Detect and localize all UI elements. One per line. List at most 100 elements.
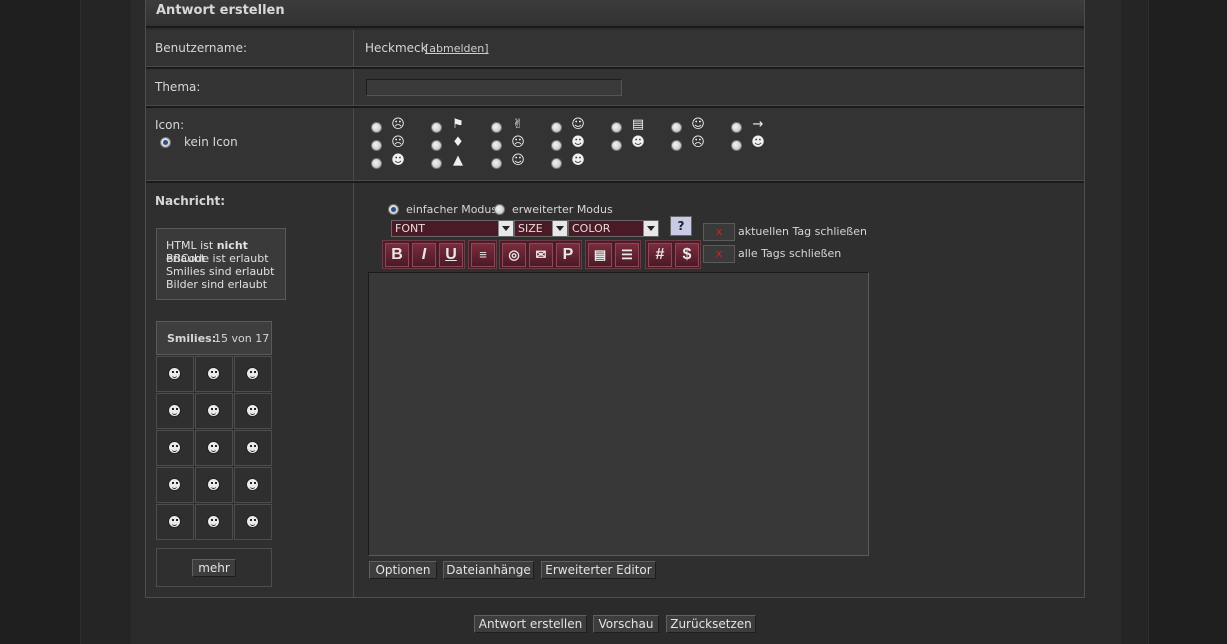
smilies-more-button[interactable]: mehr — [192, 559, 236, 577]
smiley-cell[interactable] — [234, 356, 272, 392]
shock-icon[interactable]: ☹ — [391, 118, 405, 132]
icon-option-radio[interactable] — [551, 122, 562, 133]
dollar-button[interactable]: $ — [675, 243, 699, 267]
code-button[interactable]: # — [648, 243, 672, 267]
happy-icon[interactable]: ☺ — [511, 154, 525, 168]
php-button[interactable]: P — [556, 243, 580, 267]
icon-option-radio[interactable] — [671, 122, 682, 133]
smiley-cell[interactable] — [234, 393, 272, 429]
wink-smiley-icon[interactable] — [207, 367, 220, 380]
smiley-cell[interactable] — [195, 393, 233, 429]
smiley-cell[interactable] — [195, 504, 233, 540]
angry-icon[interactable]: ☹ — [691, 136, 705, 150]
logout-link[interactable]: [abmelden] — [425, 42, 489, 55]
smiley-cell[interactable] — [156, 504, 194, 540]
color-select[interactable]: COLOR — [568, 220, 659, 237]
subject-input[interactable] — [366, 79, 622, 96]
icon-option-radio[interactable] — [371, 140, 382, 151]
size-select[interactable]: SIZE — [514, 220, 568, 237]
center-align-icon[interactable]: ≡ — [471, 243, 495, 267]
underline-button[interactable]: U — [439, 243, 463, 267]
options-button[interactable]: Optionen — [369, 561, 437, 579]
icon-option-radio[interactable] — [731, 140, 742, 151]
cool-smiley-icon[interactable] — [168, 404, 181, 417]
icon-option-radio[interactable] — [371, 122, 382, 133]
reset-button[interactable]: Zurücksetzen — [666, 615, 756, 633]
smiley-cell[interactable] — [234, 430, 272, 466]
smile-icon[interactable]: ☺ — [691, 118, 705, 132]
frown-smiley-icon[interactable] — [207, 441, 220, 454]
preview-button[interactable]: Vorschau — [593, 615, 659, 633]
smiley-cell[interactable] — [156, 393, 194, 429]
close-current-tag-button[interactable]: x — [703, 223, 735, 241]
list-icon[interactable]: ☰ — [615, 243, 639, 267]
attachments-button[interactable]: Dateianhänge — [443, 561, 534, 579]
thumbs-up-icon[interactable]: ✌ — [511, 118, 525, 132]
laugh-icon[interactable]: ☻ — [751, 136, 765, 150]
smiley-cell[interactable] — [156, 356, 194, 392]
icon-option-radio[interactable] — [671, 140, 682, 151]
subject-label-cell: Thema: — [146, 69, 354, 106]
happy-smiley-icon[interactable] — [168, 441, 181, 454]
icon-option-radio[interactable] — [491, 158, 502, 169]
smiley-cell[interactable] — [195, 467, 233, 503]
html-permission-prefix: HTML ist — [166, 239, 217, 252]
surprised-icon[interactable]: ☻ — [571, 136, 585, 150]
lightbulb-icon[interactable]: ♦ — [451, 136, 465, 150]
smiley-cell[interactable] — [234, 504, 272, 540]
help-icon[interactable]: ? — [670, 216, 692, 236]
big-grin-icon[interactable]: ☻ — [571, 154, 585, 168]
grimace-smiley-icon[interactable] — [246, 367, 259, 380]
question-icon[interactable]: ☻ — [391, 154, 405, 168]
icon-option-radio[interactable] — [731, 122, 742, 133]
advanced-mode-radio[interactable] — [494, 204, 505, 215]
smiley-cell[interactable] — [156, 430, 194, 466]
smile-smiley-icon[interactable] — [207, 404, 220, 417]
tongue-smiley-icon[interactable] — [246, 404, 259, 417]
icon-option-radio[interactable] — [431, 140, 442, 151]
sad-icon[interactable]: ☹ — [511, 136, 525, 150]
icon-option-radio[interactable] — [491, 140, 502, 151]
checkered-flag-icon[interactable]: ⚑ — [451, 118, 465, 132]
cool-icon[interactable]: ☻ — [631, 136, 645, 150]
arrow-right-icon[interactable]: → — [751, 118, 765, 132]
icon-option-radio[interactable] — [491, 122, 502, 133]
italic-button[interactable]: I — [412, 243, 436, 267]
document-icon[interactable]: ▤ — [631, 118, 645, 132]
icon-option-radio[interactable] — [371, 158, 382, 169]
font-select[interactable]: FONT — [391, 220, 514, 237]
smiley-cell[interactable] — [195, 356, 233, 392]
shocked-smiley-icon[interactable] — [246, 478, 259, 491]
close-all-tags-button[interactable]: x — [703, 245, 735, 263]
no-icon-radio[interactable] — [160, 137, 171, 148]
scream-smiley-icon[interactable] — [168, 515, 181, 528]
icon-option-radio[interactable] — [431, 158, 442, 169]
smiley-cell[interactable] — [234, 467, 272, 503]
smiley-cell[interactable] — [156, 467, 194, 503]
bold-button[interactable]: B — [385, 243, 409, 267]
warning-icon[interactable]: ▲ — [451, 154, 465, 168]
surprised-smiley-icon[interactable] — [246, 441, 259, 454]
laughing-smiley-icon[interactable] — [168, 367, 181, 380]
quote-icon[interactable]: ▤ — [588, 243, 612, 267]
simple-mode-radio[interactable] — [388, 204, 399, 215]
icon-option-radio[interactable] — [431, 122, 442, 133]
sunglasses-smiley-icon[interactable] — [207, 515, 220, 528]
link-icon[interactable]: ◎ — [502, 243, 526, 267]
confused-smiley-icon[interactable] — [246, 515, 259, 528]
form-title: Antwort erstellen — [156, 3, 285, 18]
icon-option-radio[interactable] — [551, 140, 562, 151]
insert-toolbar-group: ◎ ✉ P — [499, 240, 582, 269]
submit-reply-button[interactable]: Antwort erstellen — [474, 615, 587, 633]
smiley-cell[interactable] — [195, 430, 233, 466]
icon-option-radio[interactable] — [611, 140, 622, 151]
grin-icon[interactable]: ☺ — [571, 118, 585, 132]
message-textarea[interactable] — [368, 272, 869, 556]
icon-option-radio[interactable] — [551, 158, 562, 169]
email-icon[interactable]: ✉ — [529, 243, 553, 267]
icon-option-radio[interactable] — [611, 122, 622, 133]
grin-smiley-icon[interactable] — [207, 478, 220, 491]
sad-smiley-icon[interactable] — [168, 478, 181, 491]
grimace-icon[interactable]: ☹ — [391, 136, 405, 150]
advanced-editor-button[interactable]: Erweiterter Editor — [541, 561, 656, 579]
